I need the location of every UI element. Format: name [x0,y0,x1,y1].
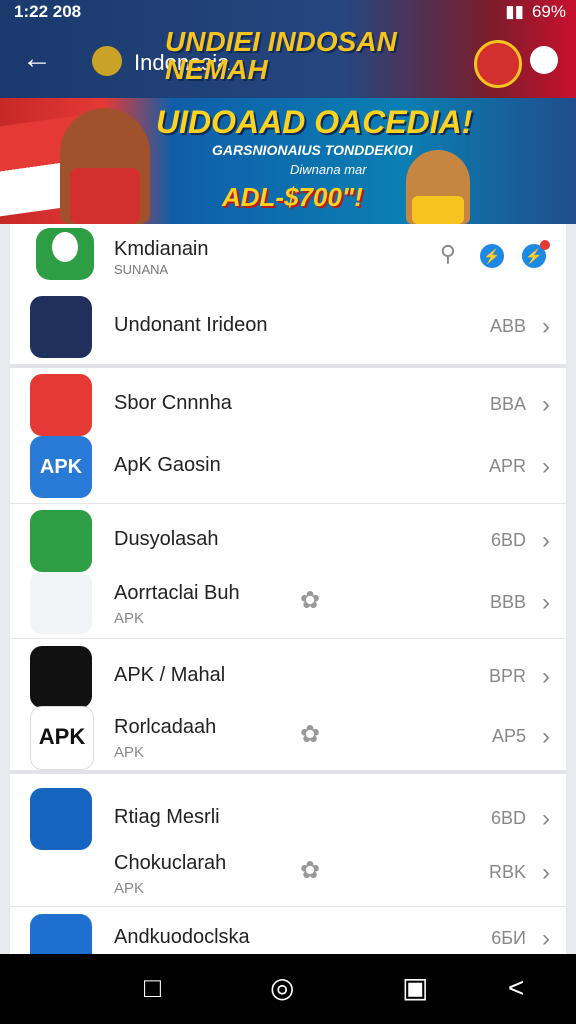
emblem-badge-icon [474,40,522,88]
header-name: Kmdianain [114,238,209,260]
recents-icon[interactable]: □ [144,974,161,1002]
list-item[interactable]: Dusyolasah 6BD › [10,510,566,572]
item-sub: APK [114,744,145,761]
item-code: 6БИ [491,928,526,948]
chevron-right-icon: › [542,859,550,886]
list-item[interactable]: Andkuodoclska 6БИ › [10,914,566,954]
status-bar: 1:22 208 ▮▮ 69% [0,0,576,24]
battery-level: 69% [531,2,566,21]
header-sub: SUNANA [114,262,169,277]
item-code: BPR [488,666,526,686]
status-icons: ▮▮ 69% [505,2,566,22]
item-code: APR [488,456,526,476]
list-item[interactable]: Chokuclarah APK ✿ RBK › [10,842,566,904]
chevron-right-icon: › [542,723,550,750]
chevron-right-icon: › [542,453,550,480]
banner-caption: Diwnana mar [290,162,367,177]
item-code: BBB [489,592,526,612]
list-item[interactable]: APK ApK Gaosin APR › [10,436,566,498]
item-code: ABB [489,316,526,336]
mascot-boy [60,108,150,224]
back-arrow-icon[interactable]: ← [22,44,52,74]
garuda-app-icon [30,296,92,358]
item-sub: APK [114,880,145,897]
messenger-icon[interactable]: ⚡ [480,244,504,268]
app-header-card: Kmdianain SUNANA ⚲ ⚡ ⚡ [10,224,566,291]
chevron-right-icon: › [542,391,550,418]
item-label: ApK Gaosin [114,454,221,476]
item-code: 6BD [490,530,526,550]
switch-icon[interactable]: ▣ [402,974,428,1002]
garuda-emblem-icon [92,46,122,76]
chevron-right-icon: › [542,527,550,554]
app-icon-blue [30,788,92,850]
item-label: APK / Mahal [114,664,226,686]
item-label: Rtiag Mesrli [114,806,220,828]
chevron-right-icon: › [542,589,550,616]
banner-title: UIDOAAD OACEDIA! [156,104,473,140]
row-divider [10,503,566,504]
list-item[interactable]: Sbor Cnnnha BBA › [10,374,566,436]
item-code: AP5 [491,726,526,746]
item-label: Rorlcadaah [114,716,217,738]
search-icon[interactable]: ⚲ [440,241,456,267]
item-sub: APK [114,610,145,627]
gear-icon[interactable]: ✿ [300,856,320,885]
notification-icon[interactable]: ⚡ [522,240,550,268]
banner-subtitle: GARSNIONAIUS TONDDEKIOI [212,142,413,158]
app-icon-white [30,572,92,634]
status-time: 1:22 208 [14,2,82,21]
signal-icon: ▮▮ [505,2,524,21]
mascot-child [406,150,470,224]
item-label: Dusyolasah [114,528,219,550]
app-icon-blue [30,914,92,954]
app-headline: UNDIEI INDOSAN NEMAH [165,26,397,85]
navigation-bar: □ ◎ ▣ < [0,954,576,1024]
chevron-right-icon: › [542,663,550,690]
item-code: BBA [489,394,526,414]
apk-blue-icon: APK [30,436,92,498]
app-icon-green [30,510,92,572]
chevron-right-icon: › [542,925,550,952]
banner-offer: ADL-$700"! [222,182,363,212]
list-item[interactable]: APK Rorlcadaah APK ✿ AP5 › [10,706,566,770]
item-label: Sbor Cnnnha [114,392,232,414]
item-label: Chokuclarah [114,852,227,874]
item-label: Aorrtaclai Buh [114,582,240,604]
list-item[interactable]: Rtiag Mesrli 6BD › [10,788,566,850]
share-icon[interactable]: < [508,974,524,1002]
item-code: 6BD [490,808,526,828]
promo-banner[interactable]: UIDOAAD OACEDIA! GARSNIONAIUS TONDDEKIOI… [0,98,576,224]
chevron-right-icon: › [542,805,550,832]
home-icon[interactable]: ◎ [270,974,294,1002]
app-icon-black [30,646,92,708]
gear-icon[interactable]: ✿ [300,586,320,615]
app-logo-icon [36,228,94,280]
item-code: RBK [488,862,526,882]
chevron-right-icon: › [542,313,550,340]
list-item[interactable]: Aorrtaclai Buh APK ✿ BBB › [10,572,566,634]
apk-icon: APK [30,706,94,770]
app-icon-red [30,374,92,436]
list-item[interactable]: APK / Mahal BPR › [10,646,566,708]
list-item[interactable]: Undonant Irideon ABB › [10,296,566,358]
item-label: Andkuodoclska [114,926,250,948]
row-divider [10,906,566,907]
item-label: Undonant Irideon [114,314,268,336]
row-divider [10,638,566,639]
gear-icon[interactable]: ✿ [300,720,320,749]
profile-icon[interactable] [530,46,558,74]
